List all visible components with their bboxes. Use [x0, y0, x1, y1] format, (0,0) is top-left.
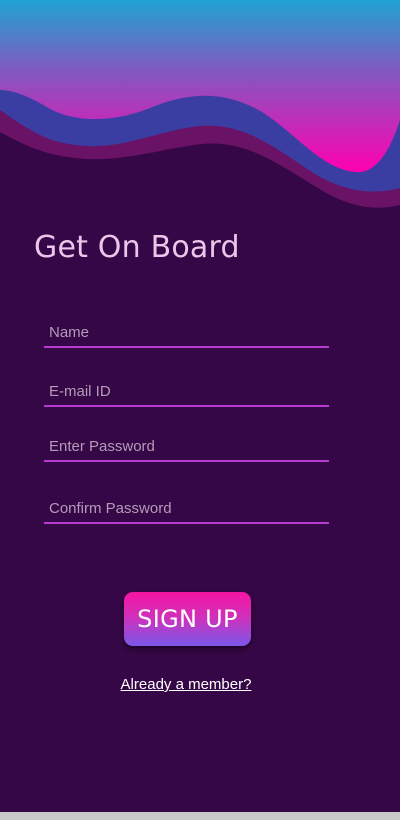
sign-up-button[interactable]: SIGN UP [124, 592, 251, 646]
password-input[interactable] [44, 432, 334, 460]
page-title: Get On Board [34, 230, 240, 265]
name-field-container [44, 318, 334, 348]
email-input[interactable] [44, 377, 334, 405]
email-field-container [44, 377, 334, 407]
signup-screen: Get On Board SIGN UP Already a member? [0, 0, 400, 812]
login-link-container: Already a member? [0, 676, 372, 694]
already-member-link[interactable]: Already a member? [121, 676, 252, 693]
confirm-password-input[interactable] [44, 494, 334, 522]
header-wave-decoration [0, 0, 400, 208]
confirm-password-field-container [44, 494, 334, 524]
name-input[interactable] [44, 318, 334, 346]
password-field-container [44, 432, 334, 462]
